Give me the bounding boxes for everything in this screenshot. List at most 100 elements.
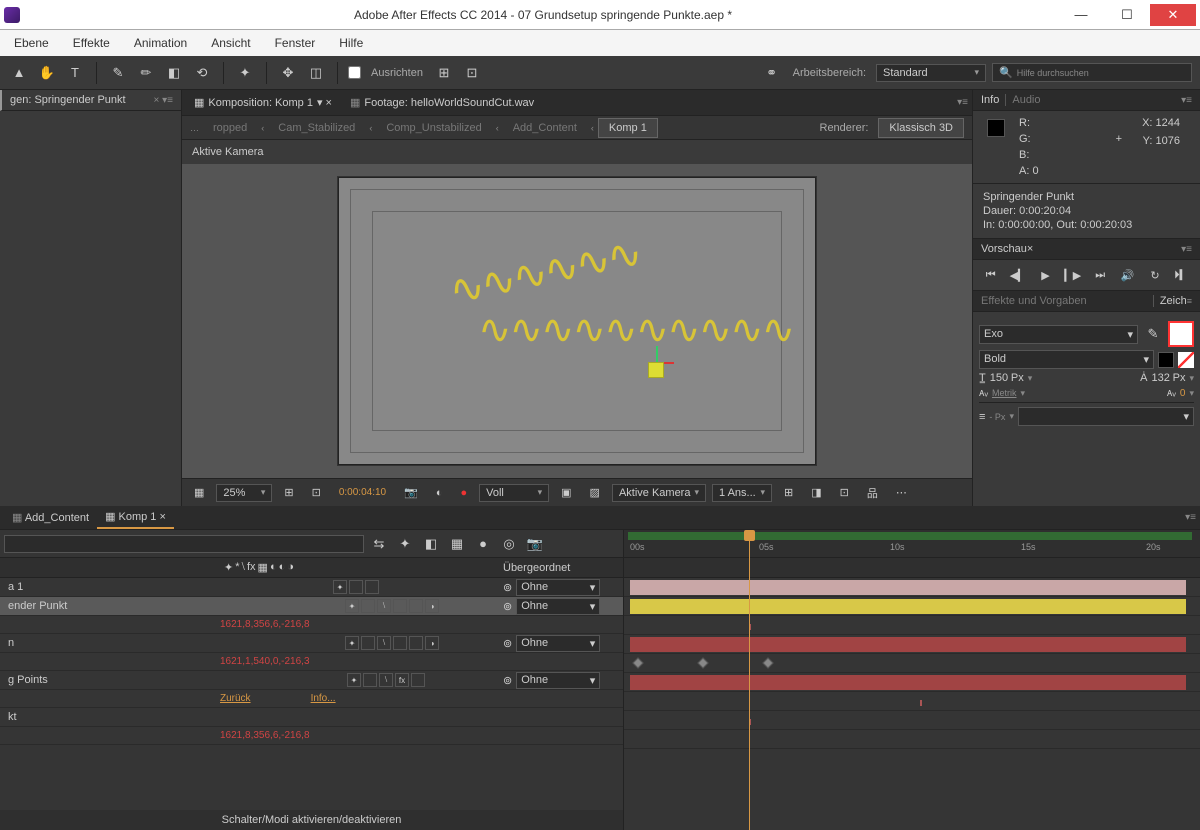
snap-icon[interactable]: ⊞ (433, 62, 455, 84)
minimize-button[interactable]: — (1058, 4, 1104, 26)
tab-audio[interactable]: Audio (1006, 94, 1040, 106)
channel-icon[interactable]: ◐ (430, 485, 449, 501)
transparency-icon[interactable]: ▨ (584, 484, 606, 501)
layer-row-5[interactable]: kt (0, 708, 623, 727)
layer-bar-4[interactable] (630, 675, 1186, 690)
layer-row-4[interactable]: g Points ✦⧵fx ⊚Ohne▾ (0, 671, 623, 690)
tab-effects[interactable]: Effekte und Vorgaben (981, 295, 1087, 307)
tab-character[interactable]: Zeich (1153, 295, 1187, 307)
layer-bar-1[interactable] (630, 580, 1186, 595)
workspace-dropdown[interactable]: Standard (876, 64, 986, 82)
tl-icon-6[interactable]: ◎ (498, 533, 520, 555)
region-icon[interactable]: ▣ (555, 484, 577, 501)
parent-dropdown[interactable]: Ohne▾ (516, 598, 600, 615)
timeline-tab-2[interactable]: ▦ Komp 1 × (97, 506, 174, 529)
keyframe-marker[interactable] (920, 700, 922, 706)
camera-tool-icon[interactable]: ◫ (305, 62, 327, 84)
grid-icon[interactable]: ▦ (188, 484, 210, 501)
play-icon[interactable]: ▶ (1036, 266, 1054, 284)
hand-tool-icon[interactable]: ✋ (36, 62, 58, 84)
timeline-tracks[interactable]: 00s 05s 10s 15s 20s (624, 530, 1200, 830)
layer-row-2[interactable]: ender Punkt ✦⧵◑ ⊚Ohne▾ (0, 597, 623, 616)
maximize-button[interactable]: ☐ (1104, 4, 1150, 26)
eyedropper-icon[interactable]: ✎ (1142, 323, 1164, 345)
layer-row-1[interactable]: a 1 ✦ ⊚Ohne▾ (0, 578, 623, 597)
res-icon[interactable]: ⊞ (278, 484, 299, 501)
tl-icon-3[interactable]: ◧ (420, 533, 442, 555)
eraser-tool-icon[interactable]: ◧ (163, 62, 185, 84)
menu-effekte[interactable]: Effekte (63, 32, 120, 54)
flow-tab-2[interactable]: Comp_Unstabilized (376, 119, 491, 137)
panel-menu-icon[interactable]: ▾≡ (957, 97, 968, 108)
vf-icon-3[interactable]: ⊡ (834, 484, 855, 501)
vf-icon-5[interactable]: ⋯ (890, 484, 913, 501)
flow-tab-3[interactable]: Add_Content (503, 119, 587, 137)
font-size-value[interactable]: 150 Px (990, 372, 1024, 384)
kerning-value[interactable]: Metrik (992, 388, 1017, 398)
view-dropdown[interactable]: Aktive Kamera (612, 484, 706, 502)
layer-row-3[interactable]: n ✦⧵◑ ⊚Ohne▾ (0, 634, 623, 653)
prop-position-2[interactable]: 1621,1,540,0,-216,3 (0, 653, 623, 671)
menu-ebene[interactable]: Ebene (4, 32, 59, 54)
tl-icon-7[interactable]: 📷 (524, 533, 546, 555)
help-search[interactable]: 🔍 Hilfe durchsuchen (992, 63, 1192, 82)
composition-canvas[interactable]: ∿∿∿∿∿∿ ∿∿∿∿∿∿∿∿∿∿ (337, 176, 817, 466)
layer-bar-2[interactable] (630, 599, 1186, 614)
pen-tool-icon[interactable]: ✎ (107, 62, 129, 84)
fill-swatch[interactable] (1168, 321, 1194, 347)
resolution-dropdown[interactable]: Voll (479, 484, 549, 502)
tl-icon-2[interactable]: ✦ (394, 533, 416, 555)
vf-icon-4[interactable]: 品 (861, 483, 884, 503)
renderer-value[interactable]: Klassisch 3D (878, 118, 964, 138)
audio-icon[interactable]: 🔊 (1119, 266, 1137, 284)
prop-position-3[interactable]: 1621,8,356,6,-216,8 (0, 727, 623, 745)
panel-menu-icon[interactable]: ▾≡ (1181, 95, 1192, 106)
timeline-footer[interactable]: Schalter/Modi aktivieren/deaktivieren (0, 810, 623, 830)
ram-preview-icon[interactable]: ⏵▎ (1173, 266, 1191, 284)
guide-icon[interactable]: ⊡ (306, 484, 327, 501)
project-tab[interactable]: gen: Springender Punkt × ▾≡ (0, 90, 181, 111)
3d-gizmo[interactable] (638, 342, 678, 382)
layer-bar-3[interactable] (630, 637, 1186, 652)
color-icon[interactable]: ● (454, 485, 473, 501)
font-family-dropdown[interactable]: Exo▾ (979, 325, 1138, 344)
keyframe-icon[interactable] (632, 657, 643, 668)
vf-icon-1[interactable]: ⊞ (778, 484, 799, 501)
current-time[interactable]: 0:00:04:10 (333, 485, 392, 500)
menu-hilfe[interactable]: Hilfe (329, 32, 373, 54)
zoom-dropdown[interactable]: 25% (216, 484, 272, 502)
axis-tool-icon[interactable]: ✥ (277, 62, 299, 84)
tl-icon-4[interactable]: ▦ (446, 533, 468, 555)
comp-tab-composition[interactable]: ▦ Komposition: Komp 1 ▾ × (186, 92, 340, 113)
link-icon[interactable]: ⚭ (761, 62, 783, 84)
vf-icon-2[interactable]: ◨ (805, 484, 827, 501)
tl-icon-1[interactable]: ⇆ (368, 533, 390, 555)
tl-icon-5[interactable]: ● (472, 533, 494, 555)
align-checkbox[interactable] (348, 66, 361, 79)
last-frame-icon[interactable]: ⏭ (1091, 266, 1109, 284)
leading-value[interactable]: 132 Px (1151, 372, 1185, 384)
brush-tool-icon[interactable]: ✏ (135, 62, 157, 84)
panel-menu-icon[interactable]: ▾≡ (1185, 512, 1196, 523)
nocolor-swatch[interactable] (1178, 352, 1194, 368)
menu-fenster[interactable]: Fenster (265, 32, 326, 54)
viewer[interactable]: ∿∿∿∿∿∿ ∿∿∿∿∿∿∿∿∿∿ (182, 164, 972, 478)
loop-icon[interactable]: ↻ (1146, 266, 1164, 284)
clone-tool-icon[interactable]: ⟲ (191, 62, 213, 84)
timeline-tab-1[interactable]: ▦ Add_Content (4, 507, 97, 528)
tab-info[interactable]: Info (981, 94, 1006, 106)
flow-tab-1[interactable]: Cam_Stabilized (268, 119, 365, 137)
stroke-style-dropdown[interactable]: ▾ (1018, 407, 1194, 426)
selection-tool-icon[interactable]: ▲ (8, 62, 30, 84)
flow-tab-0[interactable]: ropped (203, 119, 257, 137)
work-area-bar[interactable] (628, 532, 1192, 540)
menu-ansicht[interactable]: Ansicht (201, 32, 260, 54)
prev-frame-icon[interactable]: ◀▎ (1009, 266, 1027, 284)
close-button[interactable]: ✕ (1150, 4, 1196, 26)
tracking-value[interactable]: 0 (1180, 388, 1186, 399)
next-frame-icon[interactable]: ▎▶ (1064, 266, 1082, 284)
stroke-swatch[interactable] (1158, 352, 1174, 368)
snapshot-icon[interactable]: 📷 (398, 484, 424, 501)
keyframe-icon[interactable] (697, 657, 708, 668)
flow-tab-4[interactable]: Komp 1 (598, 118, 658, 138)
